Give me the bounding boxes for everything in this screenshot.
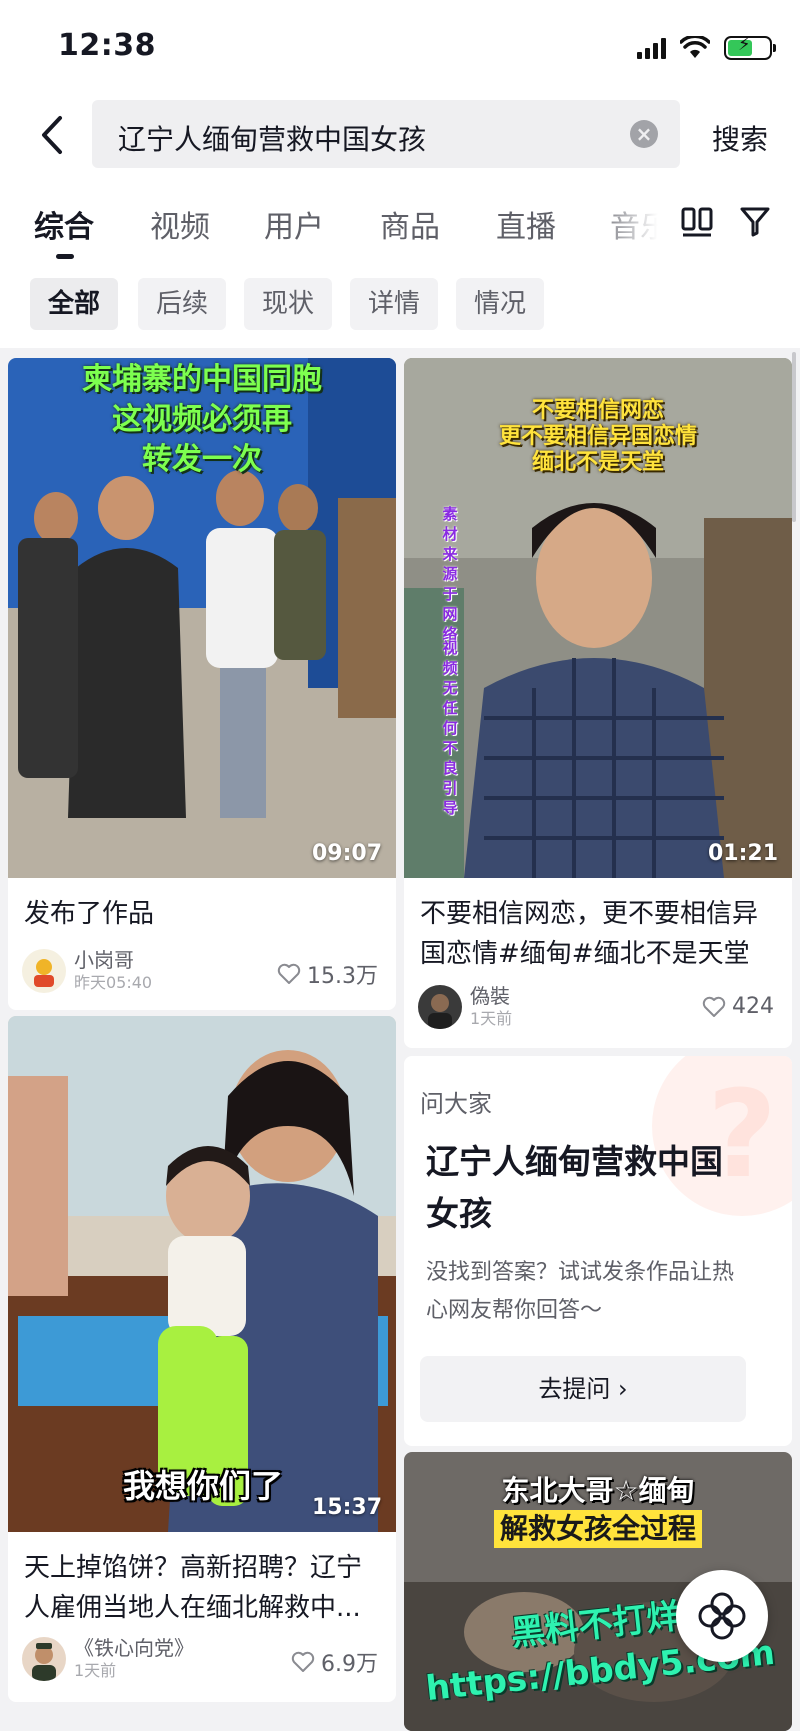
- chip-all[interactable]: 全部: [30, 278, 119, 330]
- post-time: 1天前: [470, 1009, 513, 1028]
- author-name: 偽裝: [470, 984, 510, 1008]
- filter-icon[interactable]: [738, 204, 772, 238]
- thumbnail-caption: 我想你们了: [122, 1467, 283, 1505]
- video-duration: 09:07: [311, 841, 382, 866]
- ask-question-button[interactable]: 去提问 ›: [420, 1356, 746, 1422]
- chip-details[interactable]: 详情: [350, 278, 439, 330]
- post-time: 昨天05:40: [74, 973, 153, 992]
- card-title: 天上掉馅饼？高新招聘？辽宁 人雇佣当地人在缅北解救中...: [24, 1553, 363, 1623]
- battery-icon: ⚡: [724, 34, 776, 60]
- video-duration: 15:37: [311, 1495, 382, 1520]
- author[interactable]: 偽裝 1天前: [418, 984, 512, 1030]
- status-bar: 12:38 ⚡: [0, 0, 800, 96]
- status-time: 12:38: [58, 28, 156, 63]
- wifi-icon: [680, 36, 710, 58]
- active-tab-indicator: [56, 254, 74, 259]
- tab-all[interactable]: 综合: [34, 202, 94, 246]
- author[interactable]: 《铁心向党》 1天前: [22, 1636, 194, 1682]
- card-title: 不要相信网恋，更不要相信异 国恋情#缅甸#缅北不是天堂: [420, 899, 759, 969]
- tab-users[interactable]: 用户: [264, 202, 324, 246]
- clear-search-icon[interactable]: ×: [630, 120, 658, 148]
- result-type-tabs: 综合 视频 用户 商品 直播 音乐: [0, 182, 800, 268]
- ask-description: 没找到答案？试试发条作品让热心网友帮你回答～: [426, 1260, 735, 1323]
- heart-icon: [702, 996, 726, 1017]
- author[interactable]: 小岗哥 昨天05:40: [22, 948, 152, 994]
- post-time: 1天前: [74, 1661, 117, 1680]
- video-thumbnail[interactable]: 柬埔寨的中国同胞 这视频必须再 转发一次 09:07: [8, 358, 396, 878]
- ask-label: 问大家: [420, 1090, 492, 1118]
- search-bar: 辽宁人缅甸营救中国女孩 × 搜索: [0, 96, 800, 182]
- like-count[interactable]: 15.3万: [277, 958, 378, 990]
- avatar[interactable]: [22, 949, 66, 993]
- author-name: 小岗哥: [74, 948, 134, 972]
- ask-title: 辽宁人缅甸营救中国女孩: [426, 1142, 723, 1233]
- video-thumbnail[interactable]: 不要相信网恋 更不要相信异国恋情 缅北不是天堂 素材来源于网络 视频无任何不良引…: [404, 358, 792, 878]
- filter-chips: 全部 后续 现状 详情 情况: [0, 268, 800, 348]
- tab-live[interactable]: 直播: [496, 202, 556, 246]
- heart-icon: [277, 963, 301, 984]
- search-input[interactable]: 辽宁人缅甸营救中国女孩 ×: [92, 100, 680, 168]
- video-thumbnail[interactable]: 我想你们了 15:37: [8, 1016, 396, 1532]
- like-count[interactable]: 6.9万: [291, 1646, 378, 1678]
- chip-status[interactable]: 现状: [244, 278, 333, 330]
- flower-icon: [698, 1592, 746, 1640]
- ask-community-card: ? 问大家 辽宁人缅甸营救中国女孩 没找到答案？试试发条作品让热心网友帮你回答～…: [404, 1056, 792, 1446]
- author-name: 《铁心向党》: [74, 1636, 194, 1660]
- thumbnail-caption: 东北大哥☆缅甸 解救女孩全过程: [404, 1472, 792, 1548]
- result-card[interactable]: 我想你们了 15:37 天上掉馅饼？高新招聘？辽宁 人雇佣当地人在缅北解救中..…: [8, 1016, 396, 1702]
- search-query-text: 辽宁人缅甸营救中国女孩: [118, 123, 427, 156]
- result-card[interactable]: 柬埔寨的中国同胞 这视频必须再 转发一次 09:07 发布了作品 小岗哥 昨天0…: [8, 358, 396, 1010]
- avatar[interactable]: [418, 985, 462, 1029]
- side-caption: 素材来源于网络: [442, 505, 458, 643]
- card-title: 发布了作品: [24, 899, 155, 929]
- layout-toggle-icon[interactable]: [680, 204, 714, 238]
- thumbnail-caption: 柬埔寨的中国同胞 这视频必须再 转发一次: [82, 362, 322, 477]
- search-button[interactable]: 搜索: [712, 118, 768, 158]
- back-arrow-icon[interactable]: [36, 114, 68, 156]
- chip-followup[interactable]: 后续: [138, 278, 227, 330]
- floating-action-button[interactable]: [676, 1570, 768, 1662]
- result-card[interactable]: 不要相信网恋 更不要相信异国恋情 缅北不是天堂 素材来源于网络 视频无任何不良引…: [404, 358, 792, 1048]
- cellular-signal-icon: [637, 37, 666, 59]
- thumbnail-caption: 不要相信网恋 更不要相信异国恋情 缅北不是天堂: [498, 398, 697, 475]
- heart-icon: [291, 1651, 315, 1672]
- video-duration: 01:21: [707, 841, 778, 866]
- like-count[interactable]: 424: [702, 994, 774, 1019]
- side-caption: 视频无任何不良引导: [442, 639, 458, 817]
- tab-products[interactable]: 商品: [380, 202, 440, 246]
- avatar[interactable]: [22, 1637, 66, 1681]
- tab-video[interactable]: 视频: [150, 202, 210, 246]
- chip-situation[interactable]: 情况: [456, 278, 545, 330]
- scrollbar[interactable]: [792, 352, 796, 522]
